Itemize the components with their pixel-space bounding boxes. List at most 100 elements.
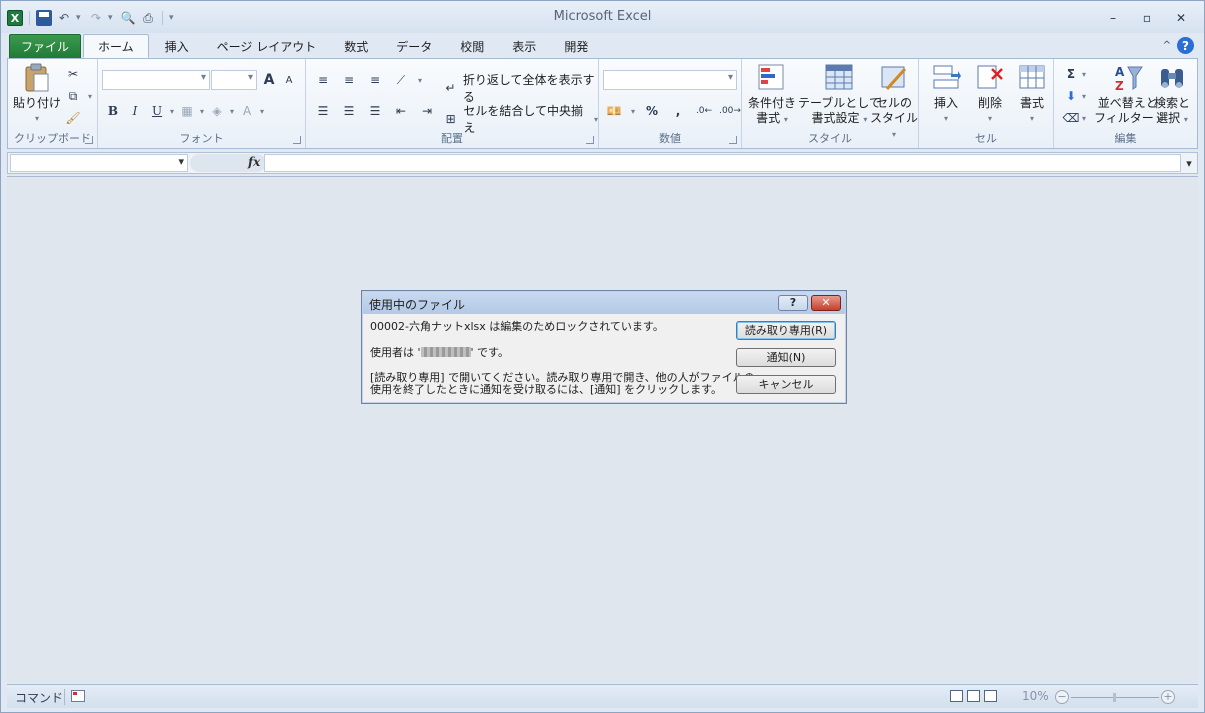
zoom-slider[interactable]: − +: [1055, 690, 1175, 704]
page-layout-view-icon[interactable]: [967, 690, 980, 702]
align-top-icon[interactable]: ≡: [314, 71, 332, 89]
restore-button[interactable]: ▫: [1130, 7, 1164, 29]
minimize-ribbon-icon[interactable]: ^: [1163, 40, 1171, 51]
tab-file[interactable]: ファイル: [9, 34, 82, 58]
help-icon[interactable]: ?: [1177, 37, 1194, 54]
paste-button[interactable]: 貼り付け ▾: [13, 63, 61, 126]
tab-insert[interactable]: 挿入: [151, 34, 203, 58]
align-middle-icon[interactable]: ≡: [340, 71, 358, 89]
zoom-out-icon[interactable]: −: [1055, 690, 1069, 704]
fill-dropdown-icon[interactable]: ▾: [1082, 92, 1086, 101]
copy-dropdown-icon[interactable]: ▾: [88, 92, 92, 101]
find-select-button[interactable]: 検索と 選択 ▾: [1154, 63, 1190, 127]
paste-label: 貼り付け: [13, 96, 62, 110]
clear-icon[interactable]: ⌫: [1062, 109, 1080, 127]
dialog-help-button[interactable]: ?: [778, 295, 808, 311]
decrease-indent-icon[interactable]: ⇤: [392, 102, 410, 120]
autosum-icon[interactable]: Σ: [1062, 65, 1080, 83]
format-cells-button[interactable]: 書式 ▾: [1017, 63, 1047, 126]
increase-indent-icon[interactable]: ⇥: [418, 102, 436, 120]
insert-cells-button[interactable]: 挿入 ▾: [931, 63, 961, 126]
tab-developer[interactable]: 開発: [550, 34, 602, 58]
orientation-dropdown-icon[interactable]: ▾: [418, 76, 422, 85]
cut-icon[interactable]: ✂: [64, 65, 82, 83]
find-select-dropdown-icon[interactable]: ▾: [1184, 115, 1188, 124]
merge-dropdown-icon[interactable]: ▾: [594, 115, 598, 124]
clear-dropdown-icon[interactable]: ▾: [1082, 114, 1086, 123]
comma-button[interactable]: ,: [669, 102, 687, 120]
grow-font-icon[interactable]: A: [260, 71, 278, 89]
tab-page-layout[interactable]: ページ レイアウト: [203, 34, 331, 58]
font-name-combo[interactable]: [102, 70, 210, 90]
paste-dropdown-icon[interactable]: ▾: [35, 111, 39, 126]
dialog-close-button[interactable]: ✕: [811, 295, 841, 311]
notify-button[interactable]: 通知(N): [736, 348, 836, 367]
delete-cells-button[interactable]: 削除 ▾: [975, 63, 1005, 126]
wrap-text-label: 折り返して全体を表示する: [462, 73, 595, 104]
decrease-decimal-icon[interactable]: .00→: [719, 102, 741, 120]
clipboard-launcher-icon[interactable]: [85, 136, 93, 144]
font-color-dropdown-icon[interactable]: ▾: [260, 107, 264, 116]
insert-function-button[interactable]: fx: [248, 155, 260, 169]
font-launcher-icon[interactable]: [293, 136, 301, 144]
ribbon-tabs: ファイル ホーム 挿入 ページ レイアウト 数式 データ 校閲 表示 開発: [9, 34, 602, 58]
insert-dropdown-icon[interactable]: ▾: [944, 111, 948, 126]
delete-dropdown-icon[interactable]: ▾: [988, 111, 992, 126]
conditional-formatting-button[interactable]: 条件付き 書式 ▾: [748, 63, 796, 127]
format-painter-icon[interactable]: 🖌: [64, 109, 82, 127]
redacted-username: [420, 347, 471, 357]
close-button[interactable]: ✕: [1164, 7, 1198, 29]
orientation-icon[interactable]: ⟋: [392, 71, 410, 89]
tab-data[interactable]: データ: [382, 34, 446, 58]
expand-formula-bar-icon[interactable]: ▾: [1182, 154, 1196, 172]
align-left-icon[interactable]: ☰: [314, 102, 332, 120]
currency-icon[interactable]: 💴: [605, 102, 623, 120]
wrap-text-button[interactable]: ↵ 折り返して全体を表示する: [442, 71, 598, 105]
zoom-level[interactable]: 10%: [1022, 689, 1049, 703]
copy-icon[interactable]: ⧉: [64, 87, 82, 105]
number-launcher-icon[interactable]: [729, 136, 737, 144]
normal-view-icon[interactable]: [950, 690, 963, 702]
sort-filter-button[interactable]: AZ 並べ替えと フィルター ▾: [1094, 63, 1162, 127]
underline-dropdown-icon[interactable]: ▾: [170, 107, 174, 116]
align-center-icon[interactable]: ☰: [340, 102, 358, 120]
tab-view[interactable]: 表示: [498, 34, 550, 58]
borders-dropdown-icon[interactable]: ▾: [200, 107, 204, 116]
zoom-thumb[interactable]: [1113, 693, 1116, 702]
format-as-table-button[interactable]: テーブルとして 書式設定 ▾: [798, 63, 881, 127]
currency-dropdown-icon[interactable]: ▾: [631, 107, 635, 116]
autosum-dropdown-icon[interactable]: ▾: [1082, 70, 1086, 79]
page-break-view-icon[interactable]: [984, 690, 997, 702]
read-only-button[interactable]: 読み取り専用(R): [736, 321, 836, 340]
formula-input[interactable]: [264, 154, 1181, 172]
fill-dropdown-icon[interactable]: ▾: [230, 107, 234, 116]
minimize-button[interactable]: –: [1096, 7, 1130, 29]
alignment-launcher-icon[interactable]: [586, 136, 594, 144]
zoom-in-icon[interactable]: +: [1161, 690, 1175, 704]
number-format-combo[interactable]: [603, 70, 737, 90]
tab-home[interactable]: ホーム: [83, 34, 149, 58]
shrink-font-icon[interactable]: A: [280, 71, 298, 89]
align-bottom-icon[interactable]: ≡: [366, 71, 384, 89]
macro-record-icon[interactable]: [71, 690, 85, 702]
tab-formulas[interactable]: 数式: [330, 34, 382, 58]
cancel-button[interactable]: キャンセル: [736, 375, 836, 394]
percent-button[interactable]: %: [643, 102, 661, 120]
conditional-dropdown-icon[interactable]: ▾: [784, 115, 788, 124]
borders-icon[interactable]: ▦: [178, 102, 196, 120]
underline-button[interactable]: U: [148, 102, 166, 120]
bold-button[interactable]: B: [104, 102, 122, 120]
name-box[interactable]: [10, 154, 188, 172]
format-as-table-label-2: 書式設定 ▾: [812, 111, 868, 127]
fill-color-icon[interactable]: ◈: [208, 102, 226, 120]
font-size-combo[interactable]: [211, 70, 257, 90]
tab-review[interactable]: 校閲: [446, 34, 498, 58]
fill-down-icon[interactable]: ⬇: [1062, 87, 1080, 105]
increase-decimal-icon[interactable]: .0←: [695, 102, 713, 120]
status-mode: コマンド: [15, 691, 64, 705]
table-dropdown-icon[interactable]: ▾: [863, 115, 867, 124]
font-color-icon[interactable]: A: [238, 102, 256, 120]
format-dropdown-icon[interactable]: ▾: [1030, 111, 1034, 126]
italic-button[interactable]: I: [126, 102, 144, 120]
align-right-icon[interactable]: ☰: [366, 102, 384, 120]
